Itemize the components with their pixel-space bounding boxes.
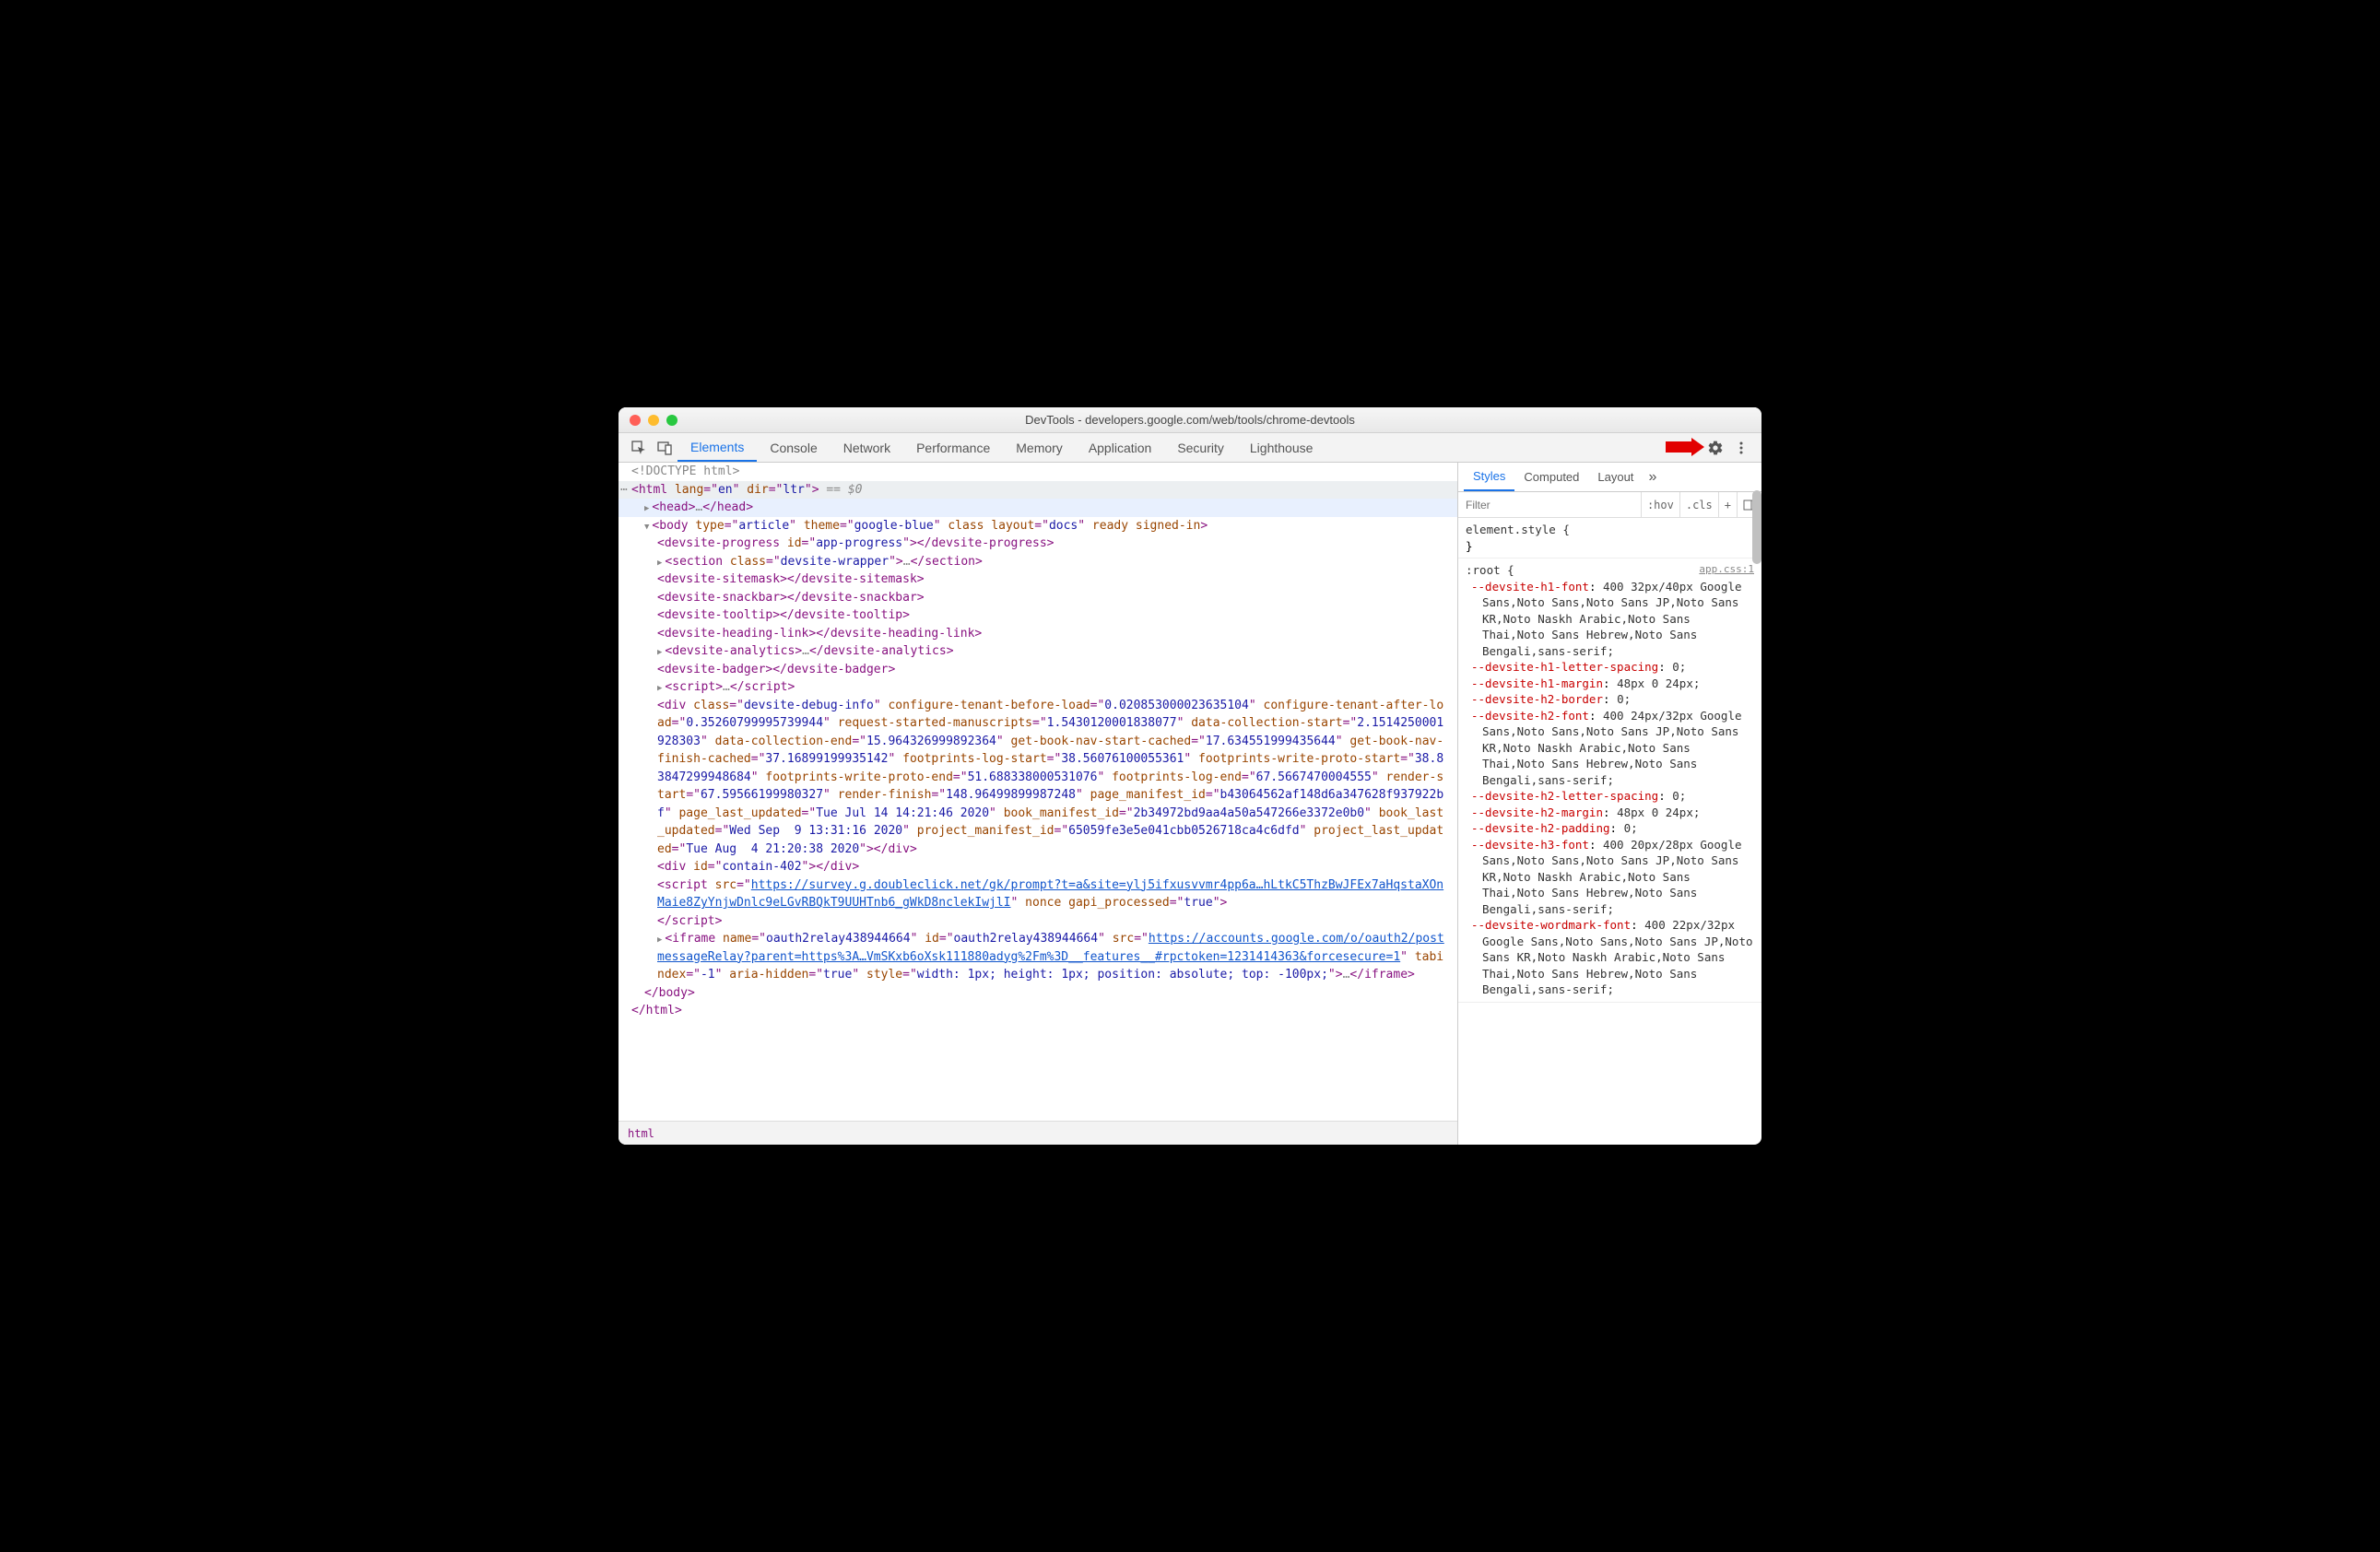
inspect-icon[interactable]: [626, 433, 652, 462]
scrollbar-thumb[interactable]: [1752, 490, 1761, 564]
dom-head[interactable]: <head>…</head>: [619, 499, 1457, 517]
css-prop-6[interactable]: --devsite-h2-margin: 48px 0 24px;: [1466, 805, 1754, 821]
cls-toggle[interactable]: .cls: [1679, 492, 1718, 517]
devtools-window: DevTools - developers.google.com/web/too…: [619, 407, 1761, 1145]
tab-security[interactable]: Security: [1164, 433, 1237, 462]
new-rule-icon[interactable]: +: [1718, 492, 1737, 517]
dom-devsite-sitemask[interactable]: <devsite-sitemask></devsite-sitemask>: [619, 570, 1457, 589]
dom-devsite-tooltip[interactable]: <devsite-tooltip></devsite-tooltip>: [619, 606, 1457, 625]
dom-devsite-heading-link[interactable]: <devsite-heading-link></devsite-heading-…: [619, 625, 1457, 643]
tab-elements[interactable]: Elements: [677, 433, 757, 462]
dom-section[interactable]: <section class="devsite-wrapper">…</sect…: [619, 553, 1457, 571]
css-prop-4[interactable]: --devsite-h2-font: 400 24px/32px Google …: [1466, 708, 1754, 789]
tab-application[interactable]: Application: [1076, 433, 1165, 462]
dom-progress[interactable]: <devsite-progress id="app-progress"></de…: [619, 535, 1457, 553]
dom-contain-div[interactable]: <div id="contain-402"></div>: [619, 858, 1457, 876]
traffic-lights: [619, 415, 677, 426]
css-prop-7[interactable]: --devsite-h2-padding: 0;: [1466, 820, 1754, 837]
styles-tab-layout[interactable]: Layout: [1588, 463, 1643, 491]
styles-panel: Styles Computed Layout » :hov .cls + ele…: [1457, 463, 1761, 1145]
rule-root[interactable]: app.css:1:root {--devsite-h1-font: 400 3…: [1458, 558, 1761, 1003]
dom-survey-script[interactable]: <script src="https://survey.g.doubleclic…: [619, 876, 1457, 931]
dom-analytics[interactable]: <devsite-analytics>…</devsite-analytics>: [619, 642, 1457, 661]
tab-memory[interactable]: Memory: [1003, 433, 1076, 462]
css-prop-3[interactable]: --devsite-h2-border: 0;: [1466, 691, 1754, 708]
main-tabbar: Elements Console Network Performance Mem…: [619, 433, 1761, 463]
tab-console[interactable]: Console: [757, 433, 830, 462]
titlebar: DevTools - developers.google.com/web/too…: [619, 407, 1761, 433]
tab-network[interactable]: Network: [831, 433, 903, 462]
dom-badger[interactable]: <devsite-badger></devsite-badger>: [619, 661, 1457, 679]
tab-performance[interactable]: Performance: [903, 433, 1003, 462]
elements-panel: <!DOCTYPE html>⋯<html lang="en" dir="ltr…: [619, 463, 1457, 1145]
css-prop-1[interactable]: --devsite-h1-letter-spacing: 0;: [1466, 659, 1754, 676]
content-area: <!DOCTYPE html>⋯<html lang="en" dir="ltr…: [619, 463, 1761, 1145]
css-prop-9[interactable]: --devsite-wordmark-font: 400 22px/32px G…: [1466, 917, 1754, 998]
dom-iframe[interactable]: <iframe name="oauth2relay438944664" id="…: [619, 930, 1457, 984]
styles-tab-computed[interactable]: Computed: [1514, 463, 1588, 491]
styles-filter-row: :hov .cls +: [1458, 492, 1761, 518]
kebab-menu-icon[interactable]: [1728, 433, 1754, 462]
css-prop-2[interactable]: --devsite-h1-margin: 48px 0 24px;: [1466, 676, 1754, 692]
css-prop-0[interactable]: --devsite-h1-font: 400 32px/40px Google …: [1466, 579, 1754, 660]
styles-more-icon[interactable]: »: [1643, 463, 1662, 491]
rule-source-link[interactable]: app.css:1: [1699, 562, 1754, 576]
device-toolbar-icon[interactable]: [652, 433, 677, 462]
dom-devsite-snackbar[interactable]: <devsite-snackbar></devsite-snackbar>: [619, 589, 1457, 607]
css-prop-5[interactable]: --devsite-h2-letter-spacing: 0;: [1466, 788, 1754, 805]
window-title: DevTools - developers.google.com/web/too…: [619, 413, 1761, 427]
dom-body[interactable]: <body type="article" theme="google-blue"…: [619, 517, 1457, 535]
minimize-window-button[interactable]: [648, 415, 659, 426]
styles-tabbar: Styles Computed Layout »: [1458, 463, 1761, 492]
styles-filter-input[interactable]: [1458, 499, 1641, 511]
dom-body-close[interactable]: </body>: [619, 984, 1457, 1003]
styles-tab-styles[interactable]: Styles: [1464, 463, 1514, 491]
hov-toggle[interactable]: :hov: [1641, 492, 1679, 517]
settings-icon[interactable]: [1703, 433, 1728, 462]
maximize-window-button[interactable]: [666, 415, 677, 426]
annotation-arrow: [1664, 431, 1706, 463]
dom-script1[interactable]: <script>…</script>: [619, 678, 1457, 697]
dom-html-close[interactable]: </html>: [619, 1002, 1457, 1020]
tab-lighthouse[interactable]: Lighthouse: [1237, 433, 1326, 462]
dom-html[interactable]: ⋯<html lang="en" dir="ltr"> == $0: [619, 481, 1457, 500]
css-prop-8[interactable]: --devsite-h3-font: 400 20px/28px Google …: [1466, 837, 1754, 918]
close-window-button[interactable]: [630, 415, 641, 426]
dom-doctype[interactable]: <!DOCTYPE html>: [619, 463, 1457, 481]
breadcrumb-bar[interactable]: html: [619, 1121, 1457, 1145]
rule-element-style[interactable]: element.style {}: [1458, 518, 1761, 558]
dom-debug-div[interactable]: <div class="devsite-debug-info" configur…: [619, 697, 1457, 859]
dom-tree[interactable]: <!DOCTYPE html>⋯<html lang="en" dir="ltr…: [619, 463, 1457, 1121]
styles-body[interactable]: element.style {}app.css:1:root {--devsit…: [1458, 518, 1761, 1145]
